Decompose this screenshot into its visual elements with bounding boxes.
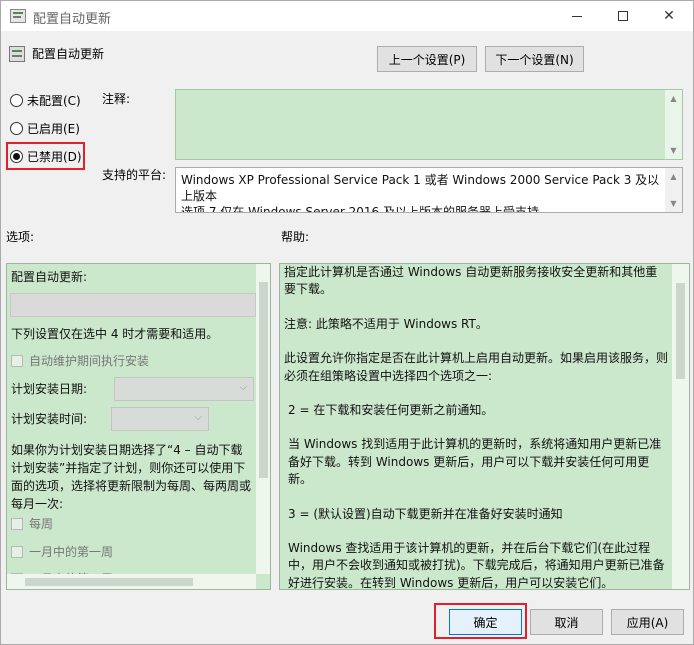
platform-text-cut: 选项 7 仅在 Windows Server 2016 及以上版本的服务器上受支… [181,205,539,213]
scroll-up-icon[interactable]: ▲ [665,168,682,185]
options-note: 下列设置仅在选中 4 时才需要和适用。 [11,327,219,341]
window-title: 配置自动更新 [33,12,112,27]
chevron-down-icon: ⌵ [239,382,247,393]
help-paragraph: 3 = (默认设置)自动下载更新并在准备好安装时通知 [288,506,563,521]
scroll-thumb[interactable] [25,578,193,586]
help-paragraph: Windows 查找适用于该计算机的更新，并在后台下载它们(在此过程中，用户不会… [288,541,665,590]
comment-textarea[interactable]: ▲ ▼ [175,89,683,160]
minimize-button[interactable] [554,1,600,31]
options-horizontal-scrollbar[interactable] [7,574,256,589]
help-paragraph: 此设置允许你指定是否在此计算机上启用自动更新。如果启用该服务，则必须在组策略设置… [284,351,669,383]
radio-not-configured[interactable]: 未配置(C) [10,92,81,109]
schedule-time-label: 计划安装时间: [11,412,88,426]
options-label: 选项: [6,230,35,244]
scroll-up-icon[interactable]: ▲ [665,90,682,107]
radio-not-configured-label: 未配置(C) [27,94,81,108]
platform-text: Windows XP Professional Service Pack 1 或… [181,172,663,213]
platform-label: 支持的平台: [102,168,167,182]
help-paragraph: 2 = 在下载和安装任何更新之前通知。 [288,403,494,418]
options-paragraph: 如果你为计划安装日期选择了“4 – 自动下载计划安装”并指定了计划，则你还可以使… [11,443,252,511]
previous-setting-button[interactable]: 上一个设置(P) [377,46,477,72]
auto-maintenance-checkbox[interactable]: 自动维护期间执行安装 [11,352,149,369]
radio-circle[interactable] [10,94,23,107]
help-panel: 指定此计算机是否通过 Windows 自动更新服务接收安全更新和其他重要下载。 … [279,263,690,590]
first-week-label: 一月中的第一周 [29,545,114,559]
highlight-box-ok [434,603,527,639]
policy-title: 配置自动更新 [32,47,105,61]
policy-icon [10,9,26,23]
policy-setting-icon [9,46,25,62]
dialog-window: 配置自动更新 ✕ 配置自动更新 上一个设置(P) 下一个设置(N) 未配置(C)… [0,0,694,645]
help-paragraph: 指定此计算机是否通过 Windows 自动更新服务接收安全更新和其他重要下载。 [284,265,658,297]
cancel-button[interactable]: 取消 [530,609,603,635]
options-title: 配置自动更新: [11,270,88,284]
next-setting-button[interactable]: 下一个设置(N) [485,46,584,72]
maximize-icon [618,11,628,21]
radio-enabled[interactable]: 已启用(E) [10,120,80,137]
comment-scrollbar[interactable]: ▲ ▼ [665,90,682,159]
checkbox-box[interactable] [11,517,23,530]
highlight-box-disabled [6,142,85,170]
options-panel: 配置自动更新: 下列设置仅在选中 4 时才需要和适用。 自动维护期间执行安装 计… [6,263,271,590]
every-week-checkbox[interactable]: 每周 [11,515,53,532]
maximize-button[interactable] [600,1,646,31]
help-label: 帮助: [281,230,310,244]
radio-circle[interactable] [10,122,23,135]
checkbox-box[interactable] [11,354,23,367]
scroll-down-icon[interactable]: ▼ [665,195,682,212]
close-button[interactable]: ✕ [646,1,692,31]
auto-update-mode-dropdown[interactable] [10,293,256,317]
scroll-thumb[interactable] [676,283,685,379]
auto-maintenance-label: 自动维护期间执行安装 [29,354,150,368]
apply-button[interactable]: 应用(A) [611,609,684,635]
scroll-down-icon[interactable]: ▼ [665,142,682,159]
minimize-icon [572,15,582,17]
schedule-day-label: 计划安装日期: [11,382,88,396]
help-scrollbar[interactable] [672,264,689,589]
help-paragraph: 注意: 此策略不适用于 Windows RT。 [284,316,488,331]
supported-platform-box[interactable]: Windows XP Professional Service Pack 1 或… [175,167,683,213]
chevron-down-icon: ⌵ [194,412,202,423]
radio-enabled-label: 已启用(E) [27,122,80,136]
title-bar: 配置自动更新 ✕ [1,1,693,31]
comment-label: 注释: [102,92,131,106]
every-week-label: 每周 [29,517,54,531]
platform-text-main: Windows XP Professional Service Pack 1 或… [181,173,660,203]
schedule-time-select[interactable]: ⌵ [111,407,209,431]
checkbox-box[interactable] [11,545,23,558]
close-icon: ✕ [663,8,675,24]
options-vertical-scrollbar[interactable] [256,264,270,574]
first-week-checkbox[interactable]: 一月中的第一周 [11,543,113,560]
help-text: 指定此计算机是否通过 Windows 自动更新服务接收安全更新和其他重要下载。 … [284,264,669,590]
help-paragraph: 当 Windows 找到适用于此计算机的更新时，系统将通知用户更新已准备好下载。… [288,437,662,487]
platform-scrollbar[interactable]: ▲ ▼ [665,168,682,212]
schedule-day-select[interactable]: ⌵ [114,377,254,401]
scroll-thumb[interactable] [259,282,268,478]
